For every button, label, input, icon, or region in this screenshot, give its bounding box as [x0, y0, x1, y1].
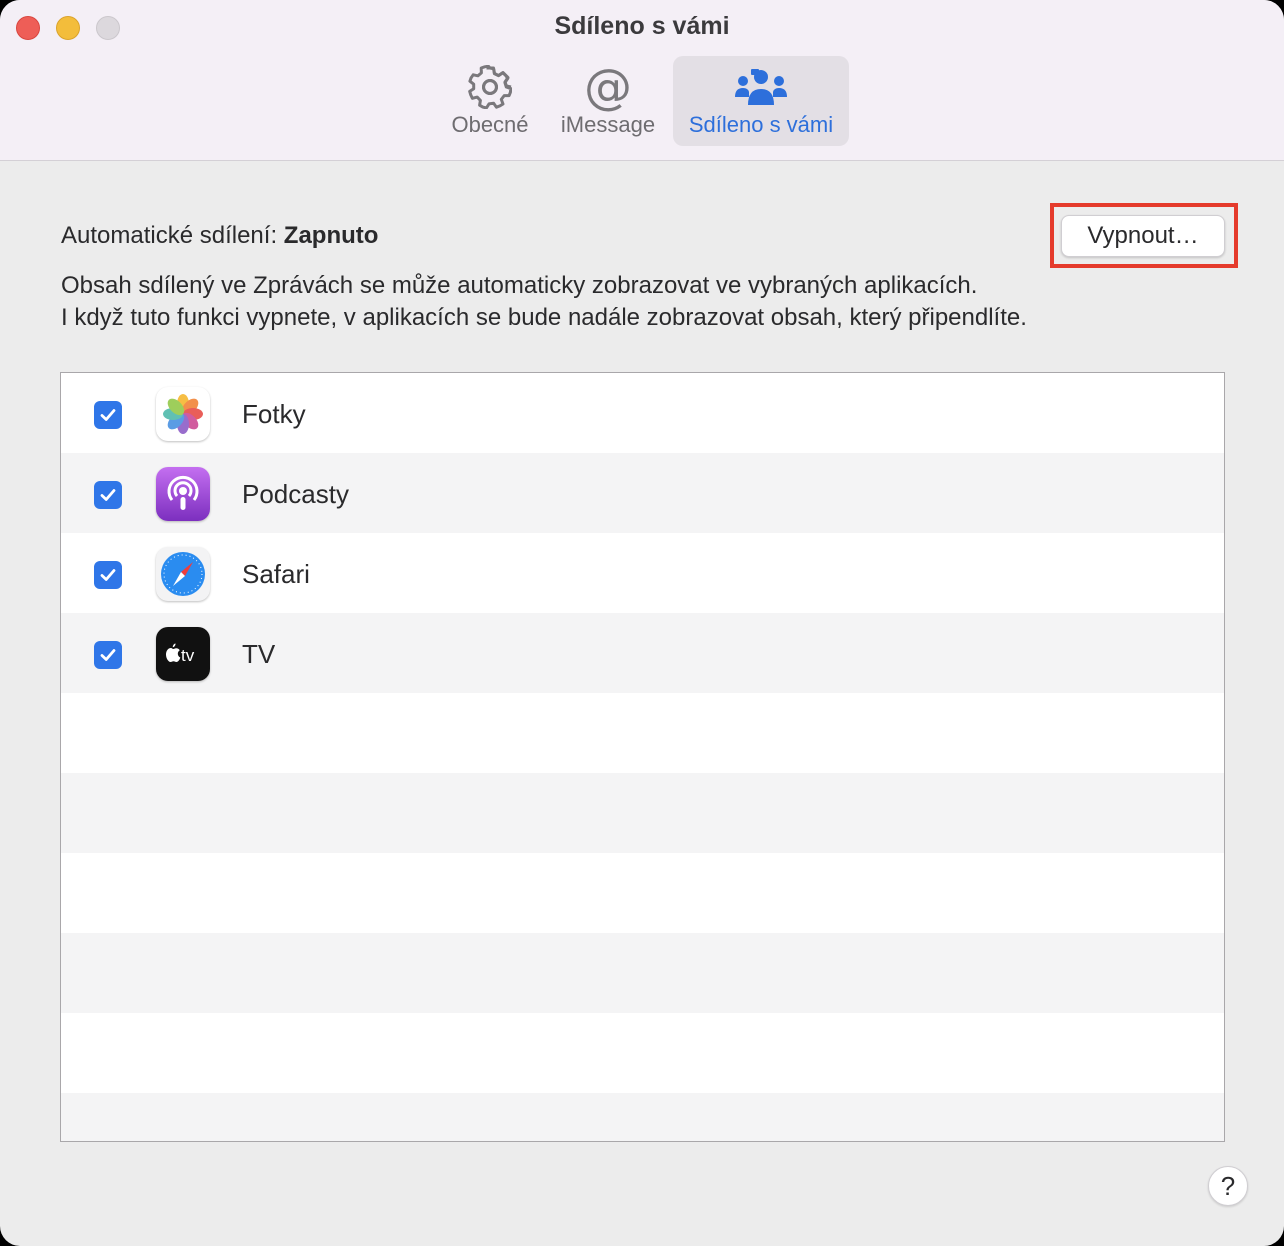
tab-general-label: Obecné [451, 112, 529, 137]
app-name: Podcasty [242, 479, 349, 509]
list-item: tv TV [61, 613, 1224, 693]
app-name: Fotky [242, 399, 306, 429]
tab-shared-label: Sdíleno s vámi [688, 112, 834, 137]
photos-icon [156, 387, 210, 441]
empty-row [61, 773, 1224, 853]
tv-icon-text: tv [181, 646, 195, 665]
description: Obsah sdílený ve Zprávách se může automa… [61, 270, 1241, 334]
gear-icon [440, 64, 540, 110]
tab-imessage[interactable]: @ iMessage [552, 56, 664, 146]
checkmark-icon [100, 569, 116, 581]
checkmark-icon [100, 409, 116, 421]
app-name: TV [242, 639, 276, 669]
people-icon [673, 64, 849, 110]
empty-row [61, 853, 1224, 933]
empty-row [61, 1093, 1224, 1141]
at-sign-icon: @ [584, 59, 632, 115]
window-title: Sdíleno s vámi [554, 12, 730, 40]
checkmark-icon [100, 649, 116, 661]
empty-row [61, 1013, 1224, 1093]
empty-row [61, 933, 1224, 1013]
preferences-window: Sdíleno s vámi Obecné @ iMessage Sdíleno… [0, 0, 1284, 1246]
titlebar: Sdíleno s vámi Obecné @ iMessage Sdíleno… [0, 0, 1284, 161]
apple-tv-icon: tv [156, 627, 210, 681]
podcasts-icon [156, 467, 210, 521]
help-button[interactable]: ? [1208, 1166, 1248, 1206]
description-line-1: Obsah sdílený ve Zprávách se může automa… [61, 272, 978, 299]
list-item: Safari [61, 533, 1224, 613]
auto-sharing-label: Automatické sdílení: [61, 222, 278, 249]
description-line-2: I když tuto funkci vypnete, v aplikacích… [61, 304, 1027, 331]
empty-row [61, 693, 1224, 773]
list-item: Fotky [61, 373, 1224, 453]
app-list: Fotky Podcasty Safari tv TV [60, 372, 1225, 1142]
safari-checkbox[interactable] [94, 561, 122, 589]
fotky-checkbox[interactable] [94, 401, 122, 429]
tab-imessage-label: iMessage [560, 112, 656, 137]
turn-off-button[interactable]: Vypnout… [1061, 215, 1225, 257]
app-name: Safari [242, 559, 310, 589]
podcasty-checkbox[interactable] [94, 481, 122, 509]
auto-sharing-status: Zapnuto [283, 222, 379, 249]
checkmark-icon [100, 489, 116, 501]
safari-icon [156, 547, 210, 601]
tv-checkbox[interactable] [94, 641, 122, 669]
auto-sharing-status-line: Automatické sdílení: Zapnuto [61, 222, 378, 250]
list-item: Podcasty [61, 453, 1224, 533]
tab-shared-with-you[interactable]: Sdíleno s vámi [673, 56, 849, 146]
tab-general[interactable]: Obecné [440, 56, 540, 146]
